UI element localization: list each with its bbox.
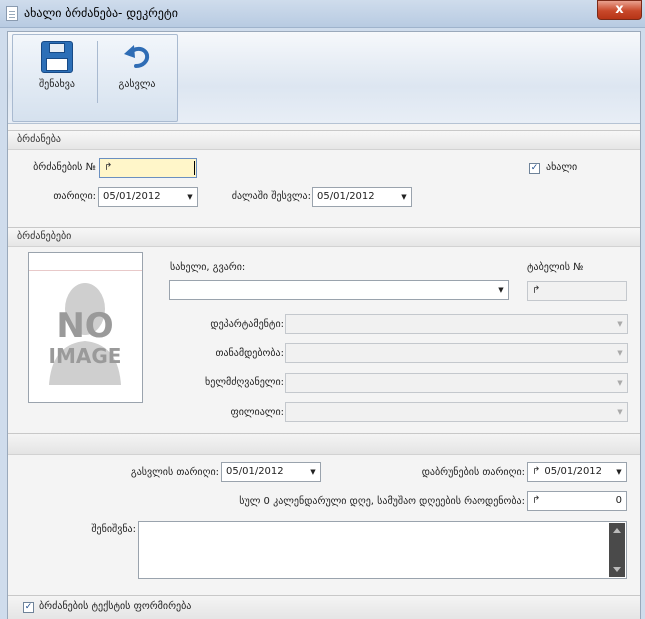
days-label: სულ 0 კალენდარული დღე, სამუშაო დღეების რ… <box>239 496 525 507</box>
tabel-label: ტაბელის № <box>527 262 584 273</box>
manager-label: ხელმძღვანელი: <box>205 377 284 388</box>
department-label: დეპარტამენტი: <box>210 319 284 330</box>
ribbon: შენახვა გასვლა <box>8 32 640 124</box>
order-no-label: ბრძანების № <box>33 162 96 173</box>
department-dropdown[interactable]: ▼ <box>285 314 628 334</box>
order-no-input[interactable]: ↱ <box>99 158 197 178</box>
chevron-down-icon: ▼ <box>617 320 623 328</box>
exit-button-label: გასვლა <box>118 79 156 90</box>
days-input[interactable]: ↱ 0 <box>527 491 627 511</box>
return-date-dropdown[interactable]: ↱ 05/01/2012 ▼ <box>527 462 627 482</box>
note-label: შენიშვნა: <box>91 524 136 535</box>
scroll-up-icon[interactable] <box>613 528 621 533</box>
note-textarea[interactable] <box>138 521 627 579</box>
svg-text:NO: NO <box>56 306 113 346</box>
exit-button[interactable]: გასვლა <box>99 39 175 97</box>
chevron-down-icon: ▼ <box>310 468 316 476</box>
window-client: შენახვა გასვლა ბრძანება ბრძანების № ↱ ✓ … <box>7 31 641 619</box>
window-title: ახალი ბრძანება- დეკრეტი <box>24 6 178 20</box>
leave-date-label: გასვლის თარიღი: <box>130 467 219 478</box>
chevron-down-icon: ▼ <box>401 193 407 201</box>
scroll-down-icon[interactable] <box>613 567 621 572</box>
window-frame: შენახვა გასვლა ბრძანება ბრძანების № ↱ ✓ … <box>0 28 645 619</box>
section-separator <box>8 433 640 455</box>
tabel-input[interactable]: ↱ <box>527 281 627 301</box>
branch-label: ფილიალი: <box>230 407 284 418</box>
entry-date-label: ძალაში შესვლა: <box>231 191 311 202</box>
save-button[interactable]: შენახვა <box>19 39 95 97</box>
chevron-down-icon: ▼ <box>498 286 504 294</box>
ribbon-separator <box>97 41 98 103</box>
return-date-spin-icon: ↱ <box>532 466 541 477</box>
branch-dropdown[interactable]: ▼ <box>285 402 628 422</box>
svg-text:IMAGE: IMAGE <box>49 344 122 368</box>
close-button[interactable]: x <box>597 0 642 20</box>
employee-photo: NO IMAGE <box>28 252 143 403</box>
undo-arrow-icon <box>124 45 150 68</box>
chevron-down-icon: ▼ <box>617 379 623 387</box>
position-label: თანამდებობა: <box>215 348 284 359</box>
orders-section-header: ბრძანებები <box>8 227 640 247</box>
save-icon <box>41 41 73 73</box>
new-checkbox-label: ახალი <box>546 162 578 173</box>
date-label: თარიღი: <box>53 191 96 202</box>
document-icon <box>6 6 18 21</box>
chevron-down-icon: ▼ <box>187 193 193 201</box>
leave-date-dropdown[interactable]: 05/01/2012 ▼ <box>221 462 321 482</box>
order-section-header: ბრძანება <box>8 130 640 150</box>
chevron-down-icon: ▼ <box>617 349 623 357</box>
name-dropdown[interactable]: ▼ <box>169 280 509 300</box>
no-image-icon: NO IMAGE <box>49 283 122 385</box>
entry-date-dropdown[interactable]: 05/01/2012 ▼ <box>312 187 412 207</box>
new-checkbox[interactable]: ✓ <box>529 163 540 174</box>
ribbon-group: შენახვა გასვლა <box>12 34 178 122</box>
generate-text-label: ბრძანების ტექსტის ფორმირება <box>39 601 192 612</box>
chevron-down-icon: ▼ <box>616 468 622 476</box>
save-button-label: შენახვა <box>39 79 75 90</box>
generate-text-checkbox[interactable]: ✓ <box>23 602 34 613</box>
position-dropdown[interactable]: ▼ <box>285 343 628 363</box>
name-label: სახელი, გვარი: <box>170 262 246 273</box>
title-bar: ახალი ბრძანება- დეკრეტი x <box>0 0 645 28</box>
manager-dropdown[interactable]: ▼ <box>285 373 628 393</box>
note-scrollbar[interactable] <box>609 523 625 577</box>
date-dropdown[interactable]: 05/01/2012 ▼ <box>98 187 198 207</box>
chevron-down-icon: ▼ <box>617 408 623 416</box>
return-date-label: დაბრუნების თარიღი: <box>421 467 525 478</box>
